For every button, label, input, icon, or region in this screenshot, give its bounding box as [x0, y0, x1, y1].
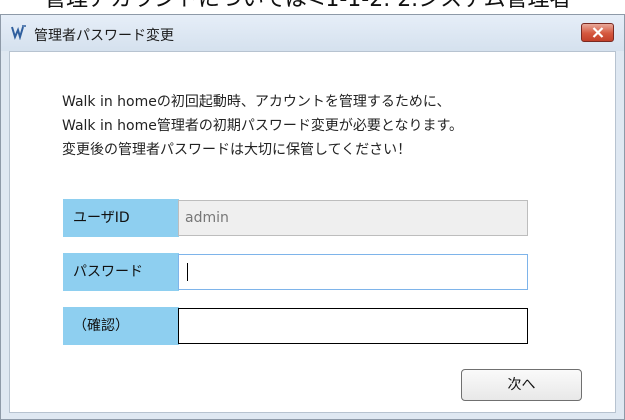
dialog-title: 管理者パスワード変更: [34, 28, 174, 44]
instruction-message: Walk in homeの初回起動時、アカウントを管理するために、 Walk i…: [62, 90, 463, 162]
app-logo-icon: [11, 24, 27, 41]
user-id-field[interactable]: admin: [178, 200, 528, 236]
close-icon: [592, 27, 604, 38]
message-line: Walk in home管理者の初期パスワード変更が必要となります。: [62, 118, 464, 134]
confirm-password-field[interactable]: [178, 308, 528, 344]
confirm-password-label: （確認）: [63, 307, 179, 345]
password-field[interactable]: [178, 254, 528, 290]
close-button[interactable]: [581, 23, 614, 42]
password-change-dialog: 管理者パスワード変更 Walk in homeの初回起動時、アカウントを管理する…: [0, 14, 625, 420]
message-line: 変更後の管理者パスワードは大切に保管してください！: [62, 142, 412, 158]
password-label: パスワード: [63, 253, 179, 291]
text-caret: [187, 263, 188, 281]
titlebar[interactable]: 管理者パスワード変更: [1, 15, 624, 51]
background-heading: 管理アカウントについては<1-1-2. 2.システム管理者: [44, 0, 625, 14]
dialog-body: Walk in homeの初回起動時、アカウントを管理するために、 Walk i…: [9, 51, 616, 413]
user-id-label: ユーザID: [63, 199, 179, 237]
next-button[interactable]: 次へ: [461, 369, 582, 401]
message-line: Walk in homeの初回起動時、アカウントを管理するために、: [62, 94, 451, 110]
